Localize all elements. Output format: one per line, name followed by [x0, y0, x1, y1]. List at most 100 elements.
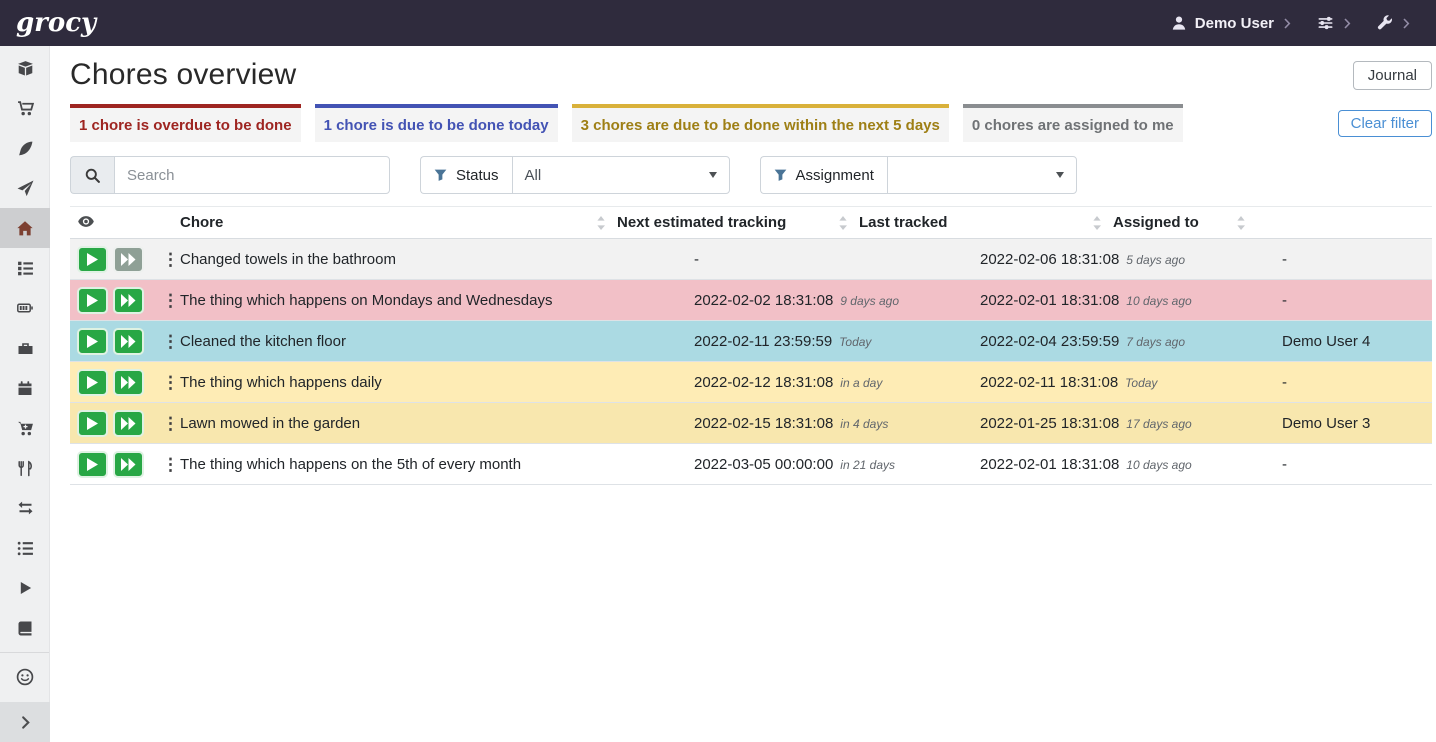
row-context-menu-button[interactable]: ⋮: [162, 456, 172, 473]
toggle-row-visibility-header[interactable]: [70, 214, 180, 231]
row-context-menu-button[interactable]: ⋮: [162, 374, 172, 391]
sliders-icon: [1317, 15, 1334, 31]
caret-down-icon: [1056, 172, 1064, 178]
box-open-icon: [17, 60, 34, 77]
assigned-to-cell: -: [1113, 456, 1432, 473]
status-row: 1 chore is overdue to be done 1 chore is …: [70, 104, 1432, 142]
chore-name: Lawn mowed in the garden: [180, 415, 617, 432]
track-chore-execution-button[interactable]: [77, 410, 108, 437]
row-context-menu-button[interactable]: ⋮: [162, 333, 172, 350]
sidebar-items: [0, 48, 49, 648]
sidebar-item-batteries-overview[interactable]: [0, 288, 50, 328]
sidebar-item-battery-tracking[interactable]: [0, 608, 50, 648]
last-tracked-cell: 2022-02-01 18:31:0810 days ago: [859, 292, 1113, 309]
column-header-last[interactable]: Last tracked: [859, 207, 1113, 238]
sidebar-item-tasks[interactable]: [0, 248, 50, 288]
sidebar-item-recipes[interactable]: [0, 128, 50, 168]
column-label: Next estimated tracking: [617, 214, 786, 231]
skip-next-chore-button[interactable]: [113, 328, 144, 355]
sidebar-item-equipment[interactable]: [0, 328, 50, 368]
status-card-assigned-to-me[interactable]: 0 chores are assigned to me: [963, 104, 1183, 142]
sidebar-item-shopping-list[interactable]: [0, 88, 50, 128]
top-navbar: grocy Demo User: [0, 0, 1436, 46]
skip-next-chore-button[interactable]: [113, 287, 144, 314]
shopping-cart-icon: [17, 100, 34, 117]
last-tracked-cell: 2022-01-25 18:31:0817 days ago: [859, 415, 1113, 432]
chore-row: ⋮The thing which happens on the 5th of e…: [70, 444, 1432, 485]
chore-name: Changed towels in the bathroom: [180, 251, 617, 268]
calendar-icon: [17, 380, 33, 397]
sidebar-item-chore-tracking[interactable]: [0, 568, 50, 608]
sidebar-expand-button[interactable]: [0, 702, 50, 742]
journal-button[interactable]: Journal: [1353, 61, 1432, 90]
track-chore-execution-button[interactable]: [77, 246, 108, 273]
brand-logo[interactable]: grocy: [16, 10, 96, 36]
sidebar-item-purchase[interactable]: [0, 408, 50, 448]
chores-table-body: ⋮Changed towels in the bathroom-2022-02-…: [70, 239, 1432, 485]
clear-filter-button[interactable]: Clear filter: [1338, 110, 1432, 137]
track-chore-execution-button[interactable]: [77, 328, 108, 355]
next-estimated-tracking-cell: 2022-02-02 18:31:089 days ago: [617, 292, 859, 309]
track-chore-execution-button[interactable]: [77, 287, 108, 314]
smiley-icon: [16, 668, 34, 686]
navbar-menu: Demo User: [1171, 15, 1410, 32]
chore-row: ⋮Cleaned the kitchen floor2022-02-11 23:…: [70, 321, 1432, 362]
sidebar-item-stock-overview[interactable]: [0, 48, 50, 88]
sidebar-item-calendar[interactable]: [0, 368, 50, 408]
book-icon: [17, 620, 33, 637]
status-card-label: 1 chore is due to be done today: [324, 117, 549, 134]
track-chore-execution-button[interactable]: [77, 369, 108, 396]
last-tracked-cell: 2022-02-06 18:31:085 days ago: [859, 251, 1113, 268]
last-tracked-cell: 2022-02-04 23:59:597 days ago: [859, 333, 1113, 350]
sidebar-item-meal-plan[interactable]: [0, 168, 50, 208]
play-icon: [18, 580, 33, 596]
column-header-chore[interactable]: Chore: [180, 207, 617, 238]
column-header-assigned[interactable]: Assigned to: [1113, 207, 1432, 238]
row-context-menu-button[interactable]: ⋮: [162, 251, 172, 268]
column-header-next[interactable]: Next estimated tracking: [617, 207, 859, 238]
status-card-overdue[interactable]: 1 chore is overdue to be done: [70, 104, 301, 142]
search-input[interactable]: [114, 156, 390, 194]
eye-icon: [78, 214, 94, 231]
sidebar-item-user-menu[interactable]: [0, 657, 50, 697]
assigned-to-cell: -: [1113, 292, 1432, 309]
skip-next-chore-button[interactable]: [113, 410, 144, 437]
settings-menu-toggle[interactable]: [1317, 15, 1351, 31]
skip-next-chore-button[interactable]: [113, 246, 144, 273]
status-card-label: 1 chore is overdue to be done: [79, 117, 292, 134]
chore-row: ⋮The thing which happens daily2022-02-12…: [70, 362, 1432, 403]
skip-next-chore-button[interactable]: [113, 451, 144, 478]
status-filter-value: All: [525, 167, 542, 184]
row-context-menu-button[interactable]: ⋮: [162, 415, 172, 432]
quill-icon: [17, 140, 34, 157]
row-actions: ⋮: [70, 287, 180, 314]
last-tracked-cell: 2022-02-01 18:31:0810 days ago: [859, 456, 1113, 473]
home-icon: [16, 220, 34, 237]
main-content: Chores overview Journal 1 chore is overd…: [50, 46, 1436, 742]
utensils-icon: [17, 460, 33, 477]
status-filter-select[interactable]: All: [512, 156, 730, 194]
sidebar: [0, 46, 50, 742]
sidebar-item-transfer[interactable]: [0, 488, 50, 528]
track-chore-execution-button[interactable]: [77, 451, 108, 478]
admin-menu-toggle[interactable]: [1377, 15, 1410, 31]
sidebar-item-inventory[interactable]: [0, 528, 50, 568]
assignment-filter-select[interactable]: [887, 156, 1077, 194]
next-estimated-tracking-cell: -: [617, 251, 859, 268]
sort-icon: [1093, 216, 1101, 230]
chores-table-header: ChoreNext estimated tracking Last tracked…: [70, 206, 1432, 239]
sidebar-item-consume[interactable]: [0, 448, 50, 488]
sidebar-item-chores-overview[interactable]: [0, 208, 50, 248]
skip-next-chore-button[interactable]: [113, 369, 144, 396]
page-header: Chores overview Journal: [70, 58, 1432, 92]
assigned-to-cell: -: [1113, 374, 1432, 391]
list-icon: [17, 540, 34, 557]
user-menu-toggle[interactable]: Demo User: [1171, 15, 1291, 32]
row-context-menu-button[interactable]: ⋮: [162, 292, 172, 309]
chores-table: ChoreNext estimated tracking Last tracked…: [70, 206, 1432, 485]
status-card-due-soon[interactable]: 3 chores are due to be done within the n…: [572, 104, 949, 142]
status-card-due-today[interactable]: 1 chore is due to be done today: [315, 104, 558, 142]
last-tracked-cell: 2022-02-11 18:31:08Today: [859, 374, 1113, 391]
paper-plane-icon: [17, 180, 34, 197]
chevron-right-icon: [1284, 18, 1291, 29]
